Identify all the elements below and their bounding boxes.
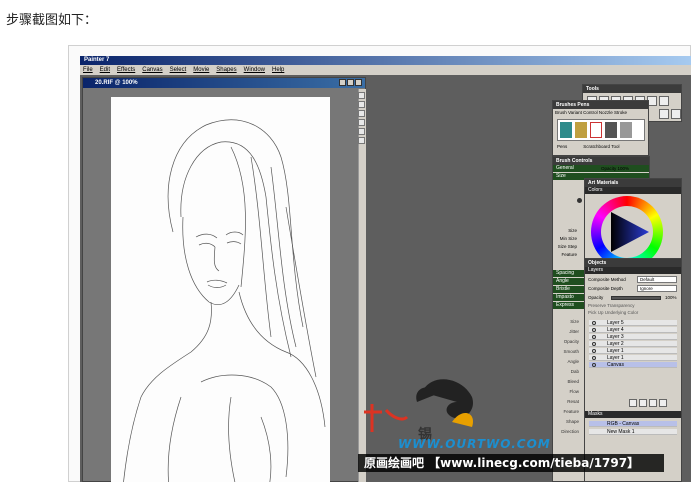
brush-tabs[interactable]: Brush Variant Control Nozzle Stroke bbox=[553, 109, 648, 116]
tool-button[interactable] bbox=[358, 92, 365, 99]
brush-size-preview bbox=[577, 198, 582, 203]
section-colors[interactable]: Colors bbox=[585, 187, 681, 194]
tools-title: Tools bbox=[583, 85, 681, 93]
express-feature-label: Feature bbox=[563, 409, 579, 414]
layer-buttons bbox=[629, 399, 667, 407]
layer-row[interactable]: Layer 2 bbox=[589, 341, 677, 347]
document-title-bar[interactable]: 20.RIF @ 100% bbox=[83, 78, 365, 88]
new-layer-icon[interactable] bbox=[629, 399, 637, 407]
menu-file[interactable]: File bbox=[83, 65, 93, 75]
scratchboard-variant-icon[interactable] bbox=[590, 122, 602, 138]
menu-window[interactable]: Window bbox=[244, 65, 265, 75]
text-tool-icon[interactable] bbox=[659, 109, 669, 119]
minimize-button[interactable] bbox=[339, 79, 346, 86]
layer-mask-icon[interactable] bbox=[639, 399, 647, 407]
min-size-label: Min Size bbox=[559, 236, 577, 241]
app-title: Painter 7 bbox=[80, 56, 691, 65]
pen-variant-icon[interactable] bbox=[560, 122, 572, 138]
pencil-variant-icon[interactable] bbox=[575, 122, 587, 138]
crop-tool-icon[interactable] bbox=[671, 109, 681, 119]
pick-up-color-checkbox[interactable]: Pick Up Underlying Color bbox=[588, 310, 638, 315]
mask-row-rgb[interactable]: RGB - Canvas bbox=[589, 421, 677, 427]
page-heading: 步骤截图如下： bbox=[6, 13, 98, 28]
layer-row[interactable]: Layer 1 bbox=[589, 348, 677, 354]
ink-variant-icon[interactable] bbox=[605, 122, 617, 138]
express-shape-label: Shape bbox=[565, 419, 579, 424]
express-direction-label: Direction bbox=[561, 429, 579, 434]
layer-row[interactable]: Layer 1 bbox=[589, 355, 677, 361]
delete-layer-icon[interactable] bbox=[659, 399, 667, 407]
menu-movie[interactable]: Movie bbox=[193, 65, 209, 75]
layer-options-icon[interactable] bbox=[649, 399, 657, 407]
maximize-button[interactable] bbox=[347, 79, 354, 86]
composite-depth-label: Composite Depth bbox=[588, 286, 623, 291]
tool-button[interactable] bbox=[358, 101, 365, 108]
size-step-label: Size Step bbox=[557, 244, 577, 249]
express-smooth-label: Smooth bbox=[563, 349, 579, 354]
brush-variant-name[interactable]: Scratchboard Tool bbox=[583, 144, 619, 149]
menu-edit[interactable]: Edit bbox=[100, 65, 110, 75]
menu-canvas[interactable]: Canvas bbox=[142, 65, 162, 75]
section-layers[interactable]: Layers bbox=[585, 267, 681, 274]
express-bleed-label: Bleed bbox=[567, 379, 579, 384]
menu-help[interactable]: Help bbox=[272, 65, 284, 75]
express-flow-label: Flow bbox=[569, 389, 579, 394]
tool-button[interactable] bbox=[358, 137, 365, 144]
watermark-url: WWW.OURTWO.COM bbox=[398, 437, 551, 451]
composite-depth-select[interactable]: Ignore bbox=[637, 285, 677, 292]
tool-button[interactable] bbox=[358, 128, 365, 135]
brushes-panel: Brushes Pens Brush Variant Control Nozzl… bbox=[552, 100, 649, 156]
composite-method-select[interactable]: Default bbox=[637, 276, 677, 283]
express-opacity-label: Opacity bbox=[563, 339, 579, 344]
express-size-label: Size bbox=[570, 319, 579, 324]
composite-method-label: Composite Method bbox=[588, 277, 626, 282]
menu-select[interactable]: Select bbox=[170, 65, 187, 75]
menu-effects[interactable]: Effects bbox=[117, 65, 135, 75]
brush-controls-title: Brush Controls bbox=[553, 157, 649, 165]
brush-variants[interactable] bbox=[557, 119, 645, 141]
eye-icon[interactable] bbox=[592, 321, 596, 325]
tool-button[interactable] bbox=[358, 119, 365, 126]
layer-opacity-slider[interactable] bbox=[611, 296, 661, 300]
objects-title: Objects bbox=[585, 259, 681, 267]
layer-opacity-label: Opacity bbox=[588, 295, 604, 300]
canvas-layer-row[interactable]: Canvas bbox=[589, 362, 677, 368]
menu-bar: File Edit Effects Canvas Select Movie Sh… bbox=[80, 65, 691, 75]
eye-icon[interactable] bbox=[592, 356, 596, 360]
layer-row[interactable]: Layer 5 bbox=[589, 320, 677, 326]
marker-variant-icon[interactable] bbox=[620, 122, 632, 138]
eye-icon[interactable] bbox=[592, 328, 596, 332]
express-angle-label: Angle bbox=[567, 359, 579, 364]
eye-icon[interactable] bbox=[592, 335, 596, 339]
opacity-readout: Opacity 100% bbox=[601, 166, 630, 171]
layer-row[interactable]: Layer 4 bbox=[589, 327, 677, 333]
objects-panel: Objects Layers Composite Method Default … bbox=[584, 258, 682, 482]
watermark-banner: 原画绘画吧 【www.linecg.com/tieba/1797】 bbox=[358, 454, 664, 472]
express-jitter-label: Jitter bbox=[569, 329, 579, 334]
express-dab-label: Dab bbox=[570, 369, 579, 374]
art-materials-title: Art Materials bbox=[585, 179, 681, 187]
brush-category[interactable]: Pens bbox=[557, 144, 567, 149]
feature-label: Feature bbox=[561, 252, 577, 257]
eye-icon[interactable] bbox=[592, 342, 596, 346]
document-title: 20.RIF @ 100% bbox=[95, 80, 138, 86]
mask-row-new[interactable]: New Mask 1 bbox=[589, 429, 677, 435]
tool-button[interactable] bbox=[358, 110, 365, 117]
eye-icon[interactable] bbox=[592, 349, 596, 353]
close-button[interactable] bbox=[355, 79, 362, 86]
eye-icon[interactable] bbox=[592, 363, 596, 367]
menu-shapes[interactable]: Shapes bbox=[216, 65, 236, 75]
size-label: Size bbox=[568, 228, 577, 233]
layer-opacity-value: 100% bbox=[665, 295, 677, 300]
drawing-canvas[interactable] bbox=[111, 97, 330, 482]
document-window: 20.RIF @ 100% bbox=[82, 77, 366, 482]
brushes-title: Brushes Pens bbox=[553, 101, 648, 109]
preserve-transparency-checkbox[interactable]: Preserve Transparency bbox=[588, 303, 635, 308]
express-resat-label: Resat bbox=[567, 399, 579, 404]
sketch-drawing bbox=[123, 119, 326, 482]
layer-row[interactable]: Layer 3 bbox=[589, 334, 677, 340]
zoom-tool-icon[interactable] bbox=[659, 96, 669, 106]
art-materials-panel: Art Materials Colors bbox=[584, 178, 682, 268]
section-masks[interactable]: Masks bbox=[585, 411, 681, 418]
